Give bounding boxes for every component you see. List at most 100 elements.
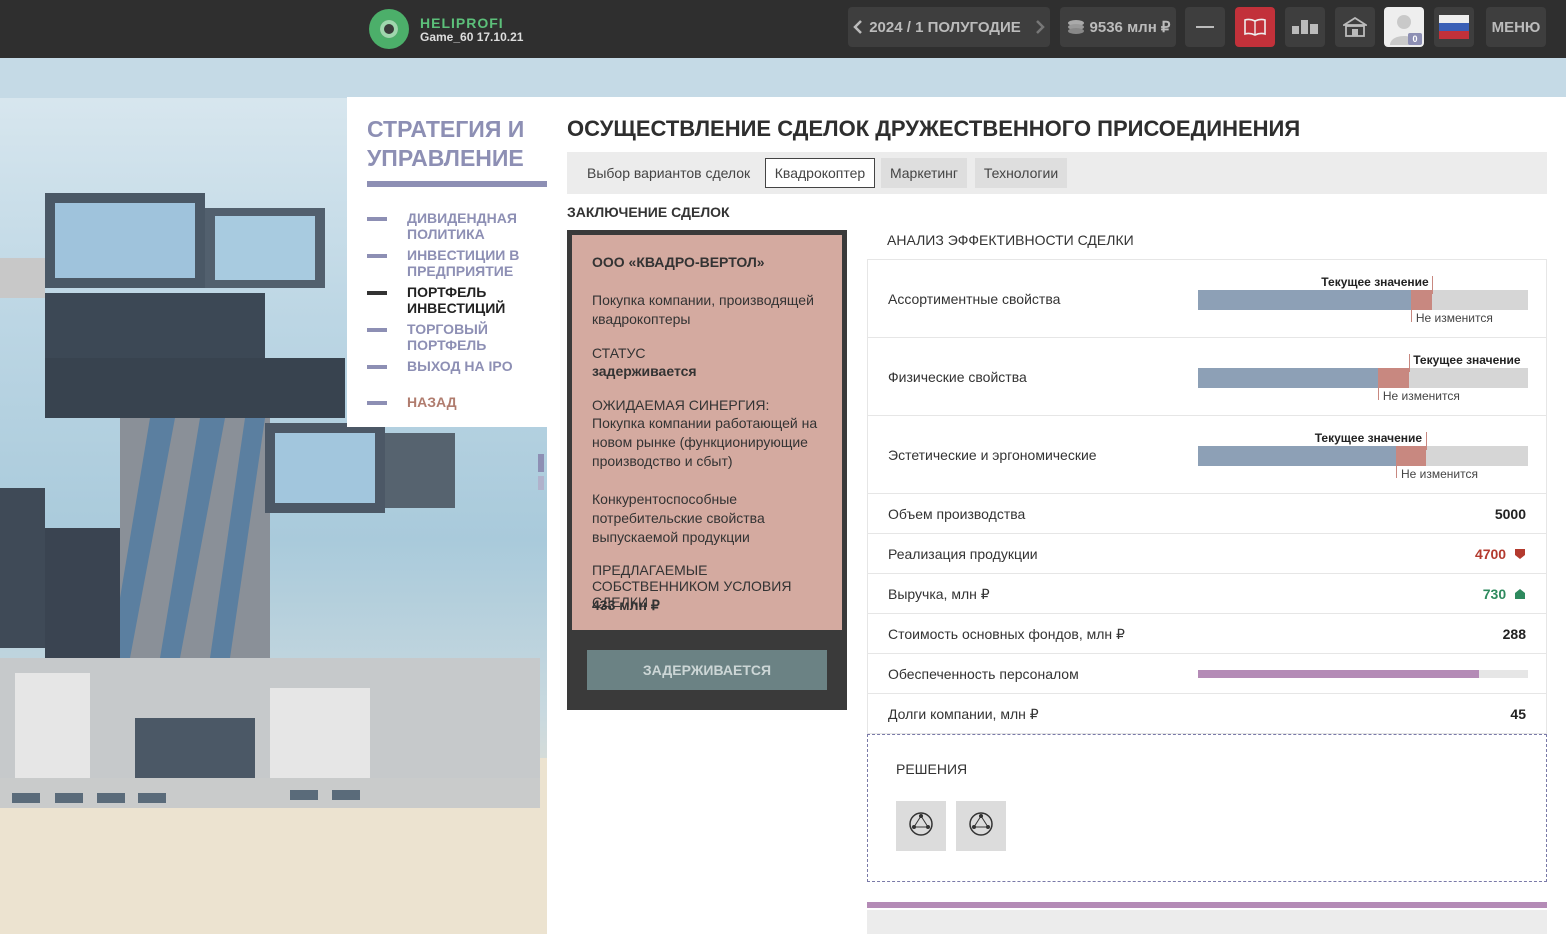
menu-button[interactable]: МЕНЮ: [1486, 7, 1546, 47]
row-value-group: 4700: [1475, 546, 1526, 562]
chart-icon: [1292, 20, 1318, 34]
analysis-row-assortment: Ассортиментные свойства Текущее значение…: [867, 259, 1547, 337]
building-icon: [1343, 17, 1367, 37]
bar-delta: [1377, 368, 1410, 388]
row-label: Объем производства: [888, 506, 1026, 522]
current-marker: [1432, 276, 1434, 294]
book-button[interactable]: [1235, 7, 1275, 47]
arrow-down-icon: [1514, 546, 1526, 562]
decisions-panel: РЕШЕНИЯ: [867, 734, 1547, 882]
chevron-right-icon[interactable]: [1035, 19, 1045, 35]
menu-item-label: ВЫХОД НА IPO: [407, 358, 513, 374]
synergy-text-2: Конкурентоспособные потребительские свой…: [592, 491, 765, 545]
deal-card: ООО «КВАДРО-ВЕРТОЛ» Покупка компании, пр…: [567, 230, 847, 710]
building-button[interactable]: [1335, 7, 1375, 47]
deal-description: Покупка компании, производящей квадрокоп…: [592, 292, 814, 327]
menu-dash-icon: [367, 401, 387, 405]
current-marker: [1409, 354, 1411, 372]
row-label: Физические свойства: [888, 369, 1027, 385]
bar-base: [1198, 368, 1378, 388]
staff-bar-fill: [1198, 670, 1479, 678]
tab-quadcopter[interactable]: Квадрокоптер: [765, 158, 875, 188]
arrow-up-icon: [1514, 586, 1526, 602]
network-icon: [908, 811, 934, 842]
brand-name: HELIPROFI: [420, 15, 504, 31]
bar: [1198, 446, 1528, 466]
analysis-row-physical: Физические свойства Текущее значение Не …: [867, 337, 1547, 415]
money-display[interactable]: 9536 млн ₽: [1060, 7, 1176, 47]
menu-item-label: ДИВИДЕНДНАЯ ПОЛИТИКА: [407, 210, 517, 242]
top-bar: HELIPROFI Game_60 17.10.21 2024 / 1 ПОЛУ…: [0, 0, 1566, 58]
menu-item-trading[interactable]: ТОРГОВЫЙ ПОРТФЕЛЬ: [367, 321, 547, 355]
deal-company: ООО «КВАДРО-ВЕРТОЛ»: [592, 254, 765, 270]
row-label: Реализация продукции: [888, 546, 1038, 562]
menu-dash-icon: [367, 291, 387, 295]
synergy-text: Покупка компании работающей на новом рын…: [592, 415, 818, 469]
current-label: Текущее значение: [1413, 353, 1521, 367]
terms-value: 433 млн ₽: [592, 597, 660, 613]
period-selector[interactable]: 2024 / 1 ПОЛУГОДИЕ: [848, 7, 1050, 47]
staff-bar: [1198, 670, 1528, 678]
row-value: 730: [1482, 586, 1507, 602]
minus-icon: [1196, 25, 1214, 29]
analysis-row-assets: Стоимость основных фондов, млн ₽ 288: [867, 613, 1547, 653]
period-label: 2024 / 1 ПОЛУГОДИЕ: [869, 18, 1021, 36]
menu-item-label: ПОРТФЕЛЬ ИНВЕСТИЦИЙ: [407, 284, 506, 316]
money-value: 9536 млн ₽: [1089, 19, 1171, 36]
avatar[interactable]: 0: [1384, 7, 1424, 47]
bar-delta: [1410, 290, 1433, 310]
menu-item-ipo[interactable]: ВЫХОД НА IPO: [367, 358, 547, 392]
decisions-title: РЕШЕНИЯ: [896, 761, 968, 777]
chart-button[interactable]: [1285, 7, 1325, 47]
menu-title: СТРАТЕГИЯ И УПРАВЛЕНИЕ: [367, 116, 525, 171]
decision-button-1[interactable]: [896, 801, 946, 851]
nochange-label: Не изменится: [1382, 389, 1460, 403]
menu-dash-icon: [367, 217, 387, 221]
tab-technology[interactable]: Технологии: [975, 158, 1067, 188]
bar-delta: [1396, 446, 1426, 466]
bar: [1198, 290, 1528, 310]
decision-button-2[interactable]: [956, 801, 1006, 851]
menu-item-label: НАЗАД: [407, 394, 457, 410]
row-label: Долги компании, млн ₽: [888, 706, 1039, 722]
nochange-label: Не изменится: [1401, 467, 1478, 481]
logo-icon: [369, 9, 409, 49]
row-label: Стоимость основных фондов, млн ₽: [888, 626, 1125, 642]
menu-item-investments[interactable]: ИНВЕСТИЦИИ В ПРЕДПРИЯТИЕ: [367, 247, 547, 281]
coins-icon: [1066, 17, 1086, 37]
nochange-marker: [1377, 382, 1379, 400]
menu-divider: [367, 181, 547, 187]
row-value: 4700: [1474, 546, 1507, 562]
tab-marketing[interactable]: Маркетинг: [881, 158, 967, 188]
menu-dash-icon: [367, 254, 387, 258]
bottom-panel: [867, 910, 1547, 934]
section-title: ЗАКЛЮЧЕНИЕ СДЕЛОК: [567, 204, 730, 220]
tabs-bar: Выбор вариантов сделок Квадрокоптер Марк…: [567, 152, 1547, 194]
analysis-row-staff: Обеспеченность персоналом: [867, 653, 1547, 693]
status-value: задерживается: [592, 363, 697, 379]
bottom-divider: [867, 902, 1547, 908]
row-value-group: 730: [1483, 586, 1526, 602]
bar-base: [1198, 446, 1396, 466]
menu-item-label: ИНВЕСТИЦИИ В ПРЕДПРИЯТИЕ: [407, 247, 520, 279]
game-id: Game_60 17.10.21: [420, 30, 524, 44]
row-label: Эстетические и эргономические: [888, 447, 1097, 463]
menu-item-portfolio[interactable]: ПОРТФЕЛЬ ИНВЕСТИЦИЙ: [367, 284, 547, 318]
row-label: Обеспеченность персоналом: [888, 666, 1079, 682]
menu-item-dividend[interactable]: ДИВИДЕНДНАЯ ПОЛИТИКА: [367, 210, 547, 244]
delayed-button[interactable]: ЗАДЕРЖИВАЕТСЯ: [587, 650, 827, 690]
synergy-label: ОЖИДАЕМАЯ СИНЕРГИЯ:: [592, 397, 770, 413]
analysis-row-aesthetic: Эстетические и эргономические Текущее зн…: [867, 415, 1547, 493]
book-icon: [1244, 17, 1266, 37]
analysis-title: АНАЛИЗ ЭФФЕКТИВНОСТИ СДЕЛКИ: [887, 232, 1134, 248]
minus-button[interactable]: [1185, 7, 1225, 47]
row-value: 45: [1510, 706, 1526, 722]
network-icon: [968, 811, 994, 842]
status-label: СТАТУС: [592, 345, 646, 361]
chevron-left-icon[interactable]: [853, 19, 863, 35]
menu-item-back[interactable]: НАЗАД: [367, 394, 547, 428]
nochange-marker: [1396, 460, 1397, 478]
language-button[interactable]: [1434, 7, 1474, 47]
nochange-marker: [1410, 304, 1412, 322]
analysis-row-debt: Долги компании, млн ₽ 45: [867, 693, 1547, 734]
